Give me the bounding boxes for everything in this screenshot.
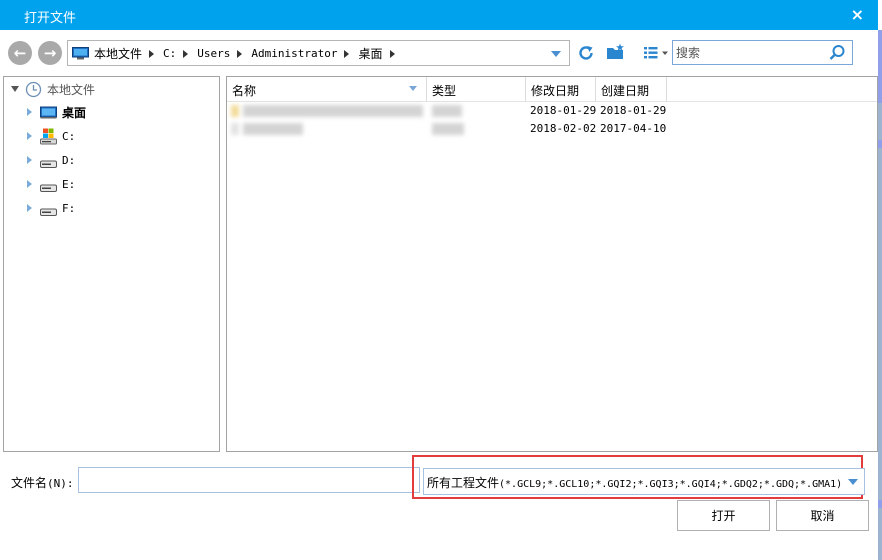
search-input[interactable]	[676, 44, 826, 61]
breadcrumb-local-files[interactable]: 本地文件	[94, 45, 142, 62]
drive-icon	[40, 184, 57, 192]
breadcrumb-separator-icon[interactable]	[237, 49, 243, 58]
redacted-file-type	[432, 105, 462, 117]
background-window-edge	[878, 30, 882, 560]
open-button[interactable]: 打开	[677, 500, 770, 531]
chevron-down-icon[interactable]	[848, 479, 858, 485]
file-type-selected: 所有工程文件(*.GCL9;*.GCL10;*.GQI2;*.GQI3;*.GQ…	[427, 476, 843, 490]
breadcrumb-administrator[interactable]: Administrator	[251, 47, 337, 60]
expand-arrow-icon[interactable]	[27, 204, 32, 212]
expand-arrow-icon[interactable]	[27, 156, 32, 164]
column-header-label: 名称	[232, 84, 257, 98]
forward-button[interactable]: →	[38, 41, 62, 65]
created-date: 2018-01-29	[600, 104, 667, 117]
drive-icon	[40, 160, 57, 168]
breadcrumb-separator-icon[interactable]	[389, 49, 395, 58]
breadcrumb-separator-icon[interactable]	[183, 49, 189, 58]
title-bar: 打开文件 ×	[0, 0, 878, 30]
file-list: 名称 类型 修改日期 创建日期 2018-01-29 2018-01-29 20…	[226, 76, 878, 452]
folder-icon	[231, 105, 239, 117]
tree-label: D:	[62, 153, 76, 167]
table-row[interactable]: 2018-02-02 2017-04-10	[227, 121, 877, 138]
close-icon[interactable]: ×	[851, 5, 864, 24]
drive-icon	[40, 208, 57, 216]
column-header-label: 创建日期	[601, 84, 650, 98]
column-header-label: 修改日期	[531, 84, 580, 98]
back-button[interactable]: ←	[8, 41, 32, 65]
navigation-bar: ← → 本地文件 C: Users Administrator 桌面	[0, 30, 878, 76]
refresh-icon[interactable]	[577, 44, 595, 62]
expand-arrow-icon[interactable]	[27, 108, 32, 116]
cancel-button[interactable]: 取消	[776, 500, 869, 531]
tree-label: C:	[62, 129, 76, 143]
tree-label: E:	[62, 177, 76, 191]
table-row[interactable]: 2018-01-29 2018-01-29	[227, 103, 877, 120]
file-icon	[231, 123, 239, 135]
desktop-icon	[40, 106, 57, 118]
tree-item-local-files[interactable]: 本地文件	[11, 80, 95, 98]
tree-item-d-drive[interactable]: D:	[27, 151, 75, 169]
windows-drive-icon	[40, 128, 57, 144]
filename-input[interactable]	[79, 468, 419, 492]
breadcrumb-c-drive[interactable]: C:	[163, 47, 176, 60]
column-header-label: 类型	[432, 84, 457, 98]
address-bar[interactable]: 本地文件 C: Users Administrator 桌面	[67, 40, 570, 66]
created-date: 2017-04-10	[600, 122, 667, 135]
tree-label: 本地文件	[47, 82, 96, 97]
view-options-icon[interactable]	[643, 46, 669, 60]
breadcrumb: 本地文件 C: Users Administrator 桌面	[94, 46, 404, 61]
breadcrumb-users[interactable]: Users	[197, 47, 230, 60]
breadcrumb-desktop[interactable]: 桌面	[358, 45, 382, 62]
computer-icon	[72, 47, 89, 60]
header-divider	[227, 101, 877, 102]
column-header-type[interactable]: 类型	[427, 77, 526, 101]
tree-item-f-drive[interactable]: F:	[27, 199, 75, 217]
search-box[interactable]	[672, 40, 853, 65]
breadcrumb-separator-icon[interactable]	[149, 49, 155, 58]
breadcrumb-separator-icon[interactable]	[344, 49, 350, 58]
column-header-modified[interactable]: 修改日期	[526, 77, 596, 101]
sort-arrow-icon[interactable]	[409, 86, 417, 91]
new-folder-icon[interactable]	[606, 43, 626, 61]
redacted-file-name	[243, 123, 303, 135]
redacted-file-name	[243, 105, 423, 117]
tree-item-c-drive[interactable]: C:	[27, 127, 75, 145]
address-dropdown-icon[interactable]	[551, 51, 561, 57]
tree-label: 桌面	[62, 105, 87, 120]
expand-arrow-icon[interactable]	[27, 180, 32, 188]
window-title: 打开文件	[24, 11, 77, 26]
dialog-footer: 文件名(N): 所有工程文件(*.GCL9;*.GCL10;*.GQI2;*.G…	[0, 452, 878, 560]
redacted-file-type	[432, 123, 464, 135]
expand-arrow-icon[interactable]	[11, 86, 19, 92]
tree-item-e-drive[interactable]: E:	[27, 175, 75, 193]
search-icon[interactable]	[829, 44, 846, 61]
tree-item-desktop[interactable]: 桌面	[27, 103, 86, 121]
modified-date: 2018-01-29	[530, 104, 597, 117]
column-header-created[interactable]: 创建日期	[596, 77, 667, 101]
filename-label: 文件名(N):	[11, 476, 74, 490]
folder-tree: 本地文件 桌面 C: D: E: F:	[3, 76, 220, 452]
modified-date: 2018-02-02	[530, 122, 597, 135]
filename-field[interactable]	[78, 467, 420, 493]
file-type-dropdown[interactable]: 所有工程文件(*.GCL9;*.GCL10;*.GQI2;*.GQI3;*.GQ…	[423, 468, 865, 495]
expand-arrow-icon[interactable]	[27, 132, 32, 140]
clock-icon	[25, 81, 42, 97]
tree-label: F:	[62, 201, 76, 215]
column-header-name[interactable]: 名称	[227, 77, 427, 101]
